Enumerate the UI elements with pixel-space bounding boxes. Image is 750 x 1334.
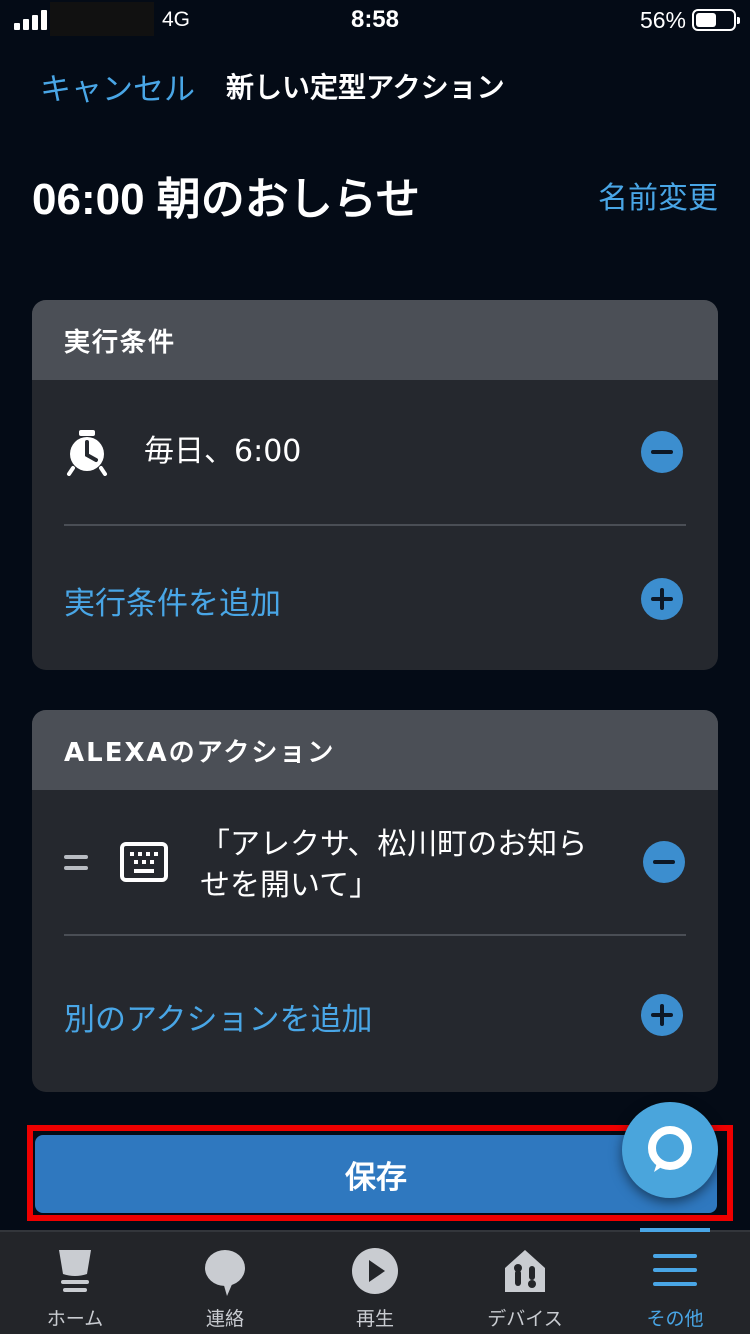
add-action-button[interactable] [641,994,683,1036]
devices-house-icon [505,1250,545,1292]
remove-action-button[interactable] [643,841,685,883]
add-trigger-link[interactable]: 実行条件を追加 [64,578,281,623]
keyboard-icon [120,842,168,882]
trigger-card-header: 実行条件 [32,300,718,380]
rename-button[interactable]: 名前変更 [598,173,718,217]
action-text-line2: せを開いて」 [200,868,380,903]
tab-bar: ホーム 連絡 再生 デバイス その他 [0,1228,750,1334]
tab-play[interactable]: 再生 [300,1232,450,1334]
tab-more-label: その他 [646,1308,704,1330]
action-card-header: ALEXAのアクション [32,710,718,790]
trigger-row[interactable]: 毎日、6:00 [32,380,718,525]
nav-title: 新しい定型アクション [226,71,505,104]
trigger-card: 実行条件 毎日、6:00 実行条件を追加 [32,300,718,670]
chat-bubble-icon [205,1250,245,1296]
tab-home-label: ホーム [46,1308,104,1330]
divider [64,934,686,936]
add-action-link[interactable]: 別のアクションを追加 [64,994,372,1039]
tab-play-label: 再生 [355,1308,394,1330]
home-icon [59,1250,91,1292]
tab-home[interactable]: ホーム [0,1232,150,1334]
play-icon [352,1248,398,1294]
battery-level [696,13,716,27]
add-trigger-button[interactable] [641,578,683,620]
tab-more[interactable]: その他 [600,1232,750,1334]
tab-communicate-label: 連絡 [205,1308,244,1330]
cancel-button[interactable]: キャンセル [40,64,195,109]
alexa-voice-button[interactable] [622,1102,718,1198]
drag-handle-icon[interactable] [64,854,88,872]
menu-lines-icon [653,1254,697,1286]
action-row[interactable]: 「アレクサ、松川町のお知ら せを開いて」 [32,790,718,935]
divider [64,524,686,526]
alarm-clock-icon [67,430,107,476]
tab-communicate[interactable]: 連絡 [150,1232,300,1334]
tab-devices[interactable]: デバイス [450,1232,600,1334]
alexa-ring-icon [648,1126,692,1172]
trigger-text: 毎日、6:00 [144,434,302,469]
battery-icon [692,9,740,31]
tab-devices-label: デバイス [487,1308,563,1330]
status-time: 8:58 [350,6,400,33]
action-card: ALEXAのアクション 「アレクサ、松川町のお知ら せを開いて」 別のアクション… [32,710,718,1092]
routine-name: 06:00 朝のおしらせ [32,175,420,224]
battery-percent: 56% [639,7,686,33]
save-button[interactable]: 保存 [35,1135,717,1213]
action-text-line1: 「アレクサ、松川町のお知ら [200,827,588,862]
remove-trigger-button[interactable] [641,431,683,473]
status-bar: 4G 8:58 56% [0,0,750,42]
